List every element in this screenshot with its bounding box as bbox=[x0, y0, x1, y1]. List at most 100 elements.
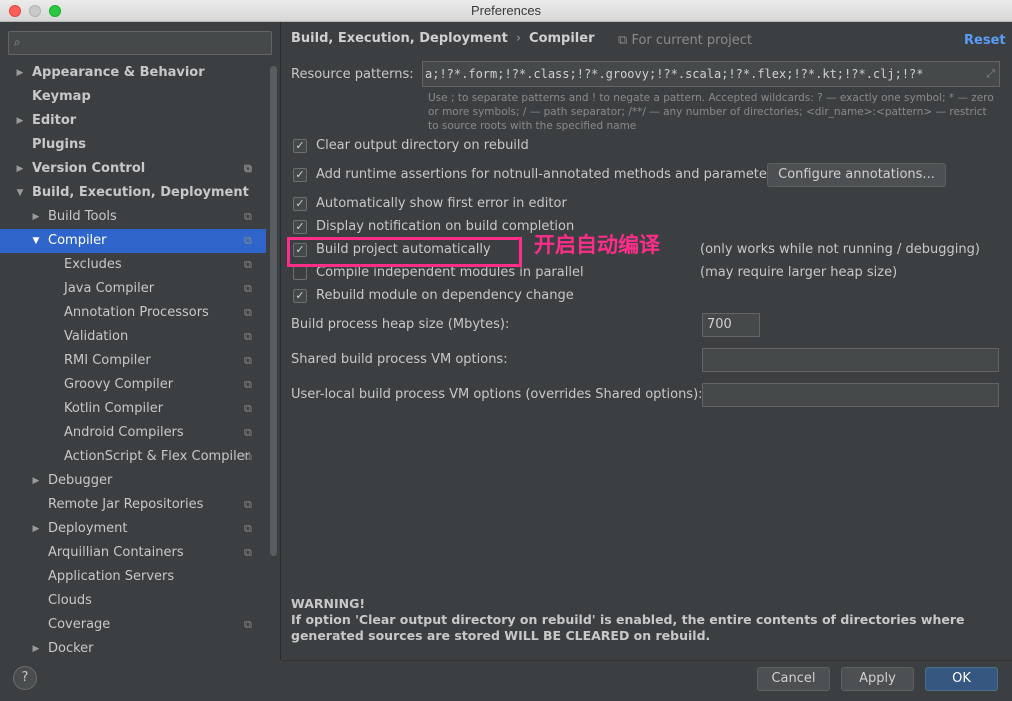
project-scope-icon: ⧉ bbox=[618, 33, 628, 48]
build-automatically-option[interactable]: ✓ Build project automatically bbox=[293, 240, 513, 260]
user-vm-input[interactable] bbox=[702, 383, 999, 407]
chevron-right-icon[interactable]: ▶ bbox=[14, 157, 26, 181]
settings-tree: ▶ Appearance & Behavior Keymap ▶ Editor Plugi… bbox=[0, 61, 266, 660]
rebuild-on-dependency-label: Rebuild module on dependency change bbox=[316, 288, 574, 303]
show-first-error-option[interactable]: ✓ Automatically show first error in edit… bbox=[293, 194, 693, 214]
compile-parallel-checkbox[interactable] bbox=[293, 266, 307, 280]
sidebar-item-java-compiler[interactable]: Java Compiler ⧉ bbox=[0, 277, 266, 301]
expand-field-icon[interactable]: ⤢ bbox=[986, 62, 995, 86]
runtime-assertions-option[interactable]: ✓ Add runtime assertions for notnull-ann… bbox=[293, 165, 779, 185]
cancel-button[interactable]: Cancel bbox=[757, 667, 830, 691]
sidebar-item-version-control[interactable]: ▶ Version Control ⧉ bbox=[0, 157, 266, 181]
chevron-right-icon[interactable]: ▶ bbox=[30, 517, 42, 541]
clear-output-checkbox[interactable]: ✓ bbox=[293, 139, 307, 153]
sidebar-item-coverage[interactable]: Coverage ⧉ bbox=[0, 613, 266, 637]
display-notification-checkbox[interactable]: ✓ bbox=[293, 220, 307, 234]
sidebar-item-keymap[interactable]: Keymap bbox=[0, 85, 266, 109]
chevron-down-icon[interactable]: ▼ bbox=[14, 181, 26, 205]
rebuild-on-dependency-checkbox[interactable]: ✓ bbox=[293, 289, 307, 303]
sidebar-item-compiler[interactable]: ▼ Compiler ⧉ bbox=[0, 229, 266, 253]
sidebar-item-label: Arquillian Containers bbox=[48, 545, 184, 560]
chevron-right-icon[interactable]: ▶ bbox=[14, 109, 26, 133]
ok-button[interactable]: OK bbox=[925, 667, 998, 691]
dialog-footer: Cancel Apply OK bbox=[282, 660, 1012, 701]
build-automatically-checkbox[interactable]: ✓ bbox=[293, 243, 307, 257]
sidebar-item-groovy-compiler[interactable]: Groovy Compiler ⧉ bbox=[0, 373, 266, 397]
sidebar-item-docker[interactable]: ▶ Docker bbox=[0, 637, 266, 660]
rebuild-on-dependency-option[interactable]: ✓ Rebuild module on dependency change bbox=[293, 286, 693, 306]
settings-search-input[interactable]: ⌕ bbox=[8, 31, 272, 55]
scope-label: For current project bbox=[631, 33, 753, 48]
resource-patterns-input[interactable]: a;!?*.form;!?*.class;!?*.groovy;!?*.scal… bbox=[422, 61, 1000, 87]
sidebar-item-rmi-compiler[interactable]: RMI Compiler ⧉ bbox=[0, 349, 266, 373]
window-title: Preferences bbox=[470, 3, 542, 18]
sidebar-item-build-tools[interactable]: ▶ Build Tools ⧉ bbox=[0, 205, 266, 229]
chevron-down-icon[interactable]: ▼ bbox=[30, 229, 42, 253]
breadcrumb-section[interactable]: Build, Execution, Deployment bbox=[291, 31, 508, 46]
clear-output-label: Clear output directory on rebuild bbox=[316, 138, 529, 153]
sidebar-item-label: Appearance & Behavior bbox=[32, 65, 205, 80]
sidebar-item-label: RMI Compiler bbox=[64, 353, 151, 368]
compiler-settings-panel: Build, Execution, Deployment › Compiler ⧉ … bbox=[282, 22, 1012, 660]
show-first-error-label: Automatically show first error in editor bbox=[316, 196, 567, 211]
chevron-right-icon[interactable]: ▶ bbox=[30, 469, 42, 493]
project-scope-icon: ⧉ bbox=[244, 210, 252, 223]
apply-button[interactable]: Apply bbox=[841, 667, 914, 691]
chevron-right-icon[interactable]: ▶ bbox=[14, 61, 26, 85]
project-scope-icon: ⧉ bbox=[244, 426, 252, 439]
sidebar-item-application-servers[interactable]: Application Servers bbox=[0, 565, 266, 589]
sidebar-item-label: Build Tools bbox=[48, 209, 117, 224]
sidebar-item-label: Coverage bbox=[48, 617, 111, 632]
help-button[interactable]: ? bbox=[13, 666, 37, 690]
sidebar-item-arquillian-containers[interactable]: Arquillian Containers ⧉ bbox=[0, 541, 266, 565]
user-vm-label: User-local build process VM options (ove… bbox=[291, 387, 703, 402]
sidebar-item-label: Editor bbox=[32, 113, 77, 128]
chevron-right-icon[interactable]: ▶ bbox=[30, 637, 42, 660]
sidebar-item-validation[interactable]: Validation ⧉ bbox=[0, 325, 266, 349]
sidebar-item-label: Plugins bbox=[32, 137, 86, 152]
project-scope-icon: ⧉ bbox=[244, 522, 252, 535]
resource-patterns-label: Resource patterns: bbox=[291, 67, 414, 82]
sidebar-item-label: Kotlin Compiler bbox=[64, 401, 164, 416]
configure-annotations-button[interactable]: Configure annotations... bbox=[767, 163, 946, 187]
compile-parallel-note: (may require larger heap size) bbox=[700, 265, 898, 280]
sidebar-item-label: Android Compilers bbox=[64, 425, 184, 440]
breadcrumb-separator: › bbox=[515, 31, 522, 46]
sidebar-item-kotlin-compiler[interactable]: Kotlin Compiler ⧉ bbox=[0, 397, 266, 421]
sidebar-scrollbar-thumb[interactable] bbox=[270, 66, 277, 556]
sidebar-item-actionscript-flex-compiler[interactable]: ActionScript & Flex Compiler ⧉ bbox=[0, 445, 266, 469]
sidebar-item-remote-jar-repositories[interactable]: Remote Jar Repositories ⧉ bbox=[0, 493, 266, 517]
sidebar-item-deployment[interactable]: ▶ Deployment ⧉ bbox=[0, 517, 266, 541]
resource-patterns-value: a;!?*.form;!?*.class;!?*.groovy;!?*.scal… bbox=[425, 67, 924, 81]
sidebar-item-label: Clouds bbox=[48, 593, 92, 608]
sidebar-item-editor[interactable]: ▶ Editor bbox=[0, 109, 266, 133]
project-scope-icon: ⧉ bbox=[244, 498, 252, 511]
scope-indicator: ⧉ For current project bbox=[618, 33, 752, 48]
sidebar-item-android-compilers[interactable]: Android Compilers ⧉ bbox=[0, 421, 266, 445]
sidebar-item-debugger[interactable]: ▶ Debugger bbox=[0, 469, 266, 493]
sidebar-item-annotation-processors[interactable]: Annotation Processors ⧉ bbox=[0, 301, 266, 325]
shared-vm-input[interactable] bbox=[702, 348, 999, 372]
chevron-right-icon[interactable]: ▶ bbox=[30, 205, 42, 229]
clear-output-option[interactable]: ✓ Clear output directory on rebuild bbox=[293, 136, 693, 156]
sidebar-item-label: Deployment bbox=[48, 521, 128, 536]
sidebar-item-clouds[interactable]: Clouds bbox=[0, 589, 266, 613]
build-automatically-note: (only works while not running / debuggin… bbox=[700, 242, 980, 257]
sidebar-item-excludes[interactable]: Excludes ⧉ bbox=[0, 253, 266, 277]
runtime-assertions-checkbox[interactable]: ✓ bbox=[293, 168, 307, 182]
project-scope-icon: ⧉ bbox=[244, 546, 252, 559]
show-first-error-checkbox[interactable]: ✓ bbox=[293, 197, 307, 211]
sidebar-item-appearance-behavior[interactable]: ▶ Appearance & Behavior bbox=[0, 61, 266, 85]
sidebar-item-plugins[interactable]: Plugins bbox=[0, 133, 266, 157]
warning-text: If option 'Clear output directory on reb… bbox=[291, 612, 965, 643]
annotation-text: 开启自动编译 bbox=[534, 233, 660, 257]
heap-size-label: Build process heap size (Mbytes): bbox=[291, 317, 510, 332]
project-scope-icon: ⧉ bbox=[244, 306, 252, 319]
sidebar-item-build-execution-deployment[interactable]: ▼ Build, Execution, Deployment bbox=[0, 181, 266, 205]
compile-parallel-option[interactable]: Compile independent modules in parallel bbox=[293, 263, 693, 283]
reset-link[interactable]: Reset bbox=[964, 33, 1006, 48]
sidebar-item-label: Version Control bbox=[32, 161, 146, 176]
sidebar-item-label: Keymap bbox=[32, 89, 91, 104]
heap-size-input[interactable]: 700 bbox=[702, 313, 760, 337]
runtime-assertions-label: Add runtime assertions for notnull-annot… bbox=[316, 167, 780, 182]
